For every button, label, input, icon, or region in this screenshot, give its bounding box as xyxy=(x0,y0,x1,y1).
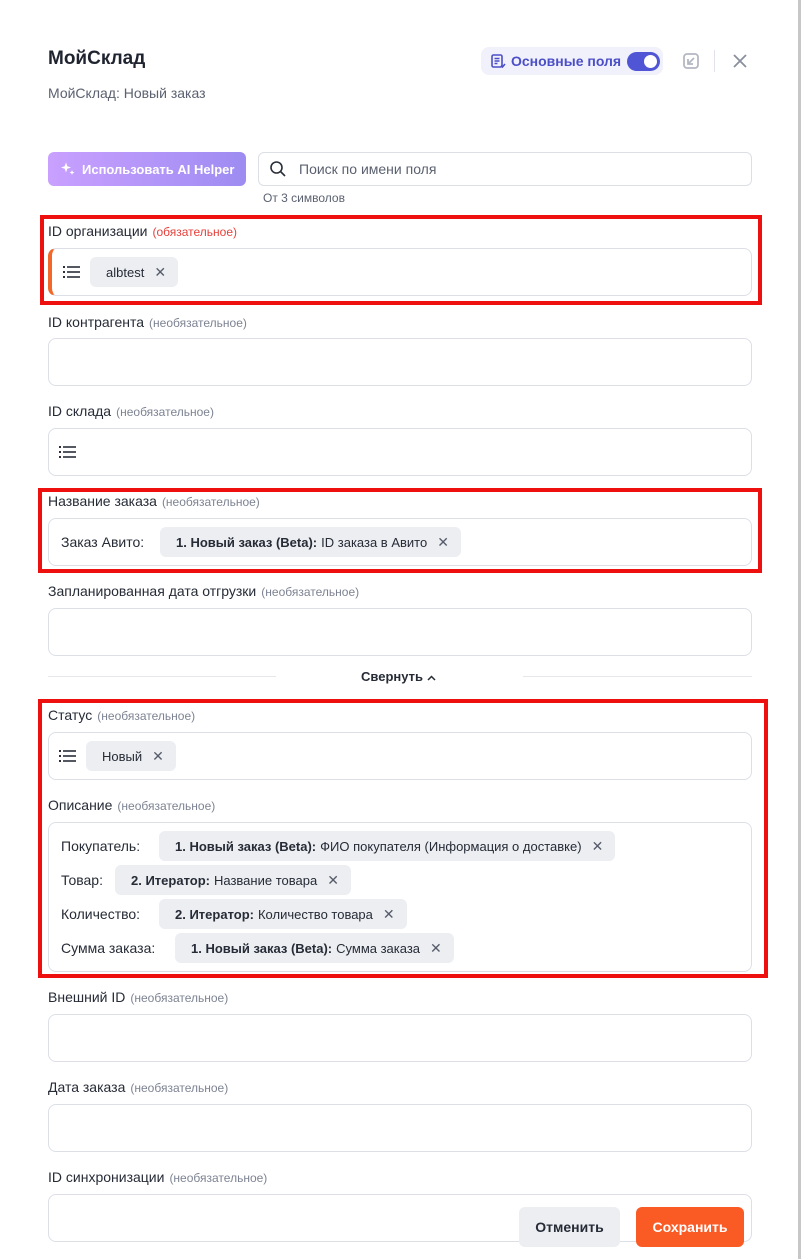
restore-icon[interactable] xyxy=(681,51,701,71)
counterparty-id-label: ID контрагента (необязательное) xyxy=(48,314,247,330)
modal-subtitle: МойСклад: Новый заказ xyxy=(48,85,206,101)
optional-tag: (необязательное) xyxy=(130,991,229,1005)
field-search-input[interactable]: Поиск по имени поля xyxy=(258,152,752,186)
optional-tag: (необязательное) xyxy=(116,405,214,419)
main-fields-switch[interactable] xyxy=(627,52,660,71)
search-placeholder: Поиск по имени поля xyxy=(299,161,437,177)
collapse-label: Свернуть xyxy=(361,669,423,684)
store-id-label-text: ID склада xyxy=(48,403,112,419)
collapse-divider-right xyxy=(523,676,752,677)
highlight-box xyxy=(38,488,762,573)
sync-id-label: ID синхронизации (необязательное) xyxy=(48,1169,267,1185)
main-fields-label: Основные поля xyxy=(511,53,622,69)
order-date-label: Дата заказа (необязательное) xyxy=(48,1079,228,1095)
order-date-field[interactable] xyxy=(48,1104,752,1152)
external-id-label: Внешний ID (необязательное) xyxy=(48,989,228,1005)
external-id-label-text: Внешний ID xyxy=(48,989,126,1005)
highlight-box xyxy=(38,699,768,978)
external-id-field[interactable] xyxy=(48,1014,752,1062)
ai-helper-button[interactable]: Использовать AI Helper xyxy=(48,152,246,186)
optional-tag: (необязательное) xyxy=(261,585,360,599)
collapse-button[interactable]: Свернуть xyxy=(361,669,436,684)
modal-title: МойСклад xyxy=(48,48,146,69)
cancel-button[interactable]: Отменить xyxy=(519,1207,620,1247)
close-icon[interactable] xyxy=(730,51,750,71)
fields-list-icon xyxy=(491,54,506,69)
search-icon xyxy=(270,161,286,177)
store-id-label: ID склада (необязательное) xyxy=(48,403,214,419)
order-date-label-text: Дата заказа xyxy=(48,1079,126,1095)
ai-helper-label: Использовать AI Helper xyxy=(82,161,235,177)
optional-tag: (необязательное) xyxy=(130,1081,229,1095)
search-hint: От 3 символов xyxy=(263,191,345,205)
ship-date-label-text: Запланированная дата отгрузки xyxy=(48,583,257,599)
list-icon[interactable] xyxy=(59,445,77,459)
counterparty-id-field[interactable] xyxy=(48,338,752,386)
store-id-field[interactable] xyxy=(48,428,752,476)
collapse-divider-left xyxy=(48,676,276,677)
header-divider xyxy=(714,50,715,72)
counterparty-id-label-text: ID контрагента xyxy=(48,314,145,330)
save-button[interactable]: Сохранить xyxy=(636,1207,744,1247)
optional-tag: (необязательное) xyxy=(149,316,247,330)
ship-date-field[interactable] xyxy=(48,608,752,656)
modal: МойСклад МойСклад: Новый заказ Основные … xyxy=(0,0,801,1259)
chevron-up-icon xyxy=(427,675,436,681)
main-fields-toggle[interactable]: Основные поля xyxy=(481,47,663,75)
ship-date-label: Запланированная дата отгрузки (необязател… xyxy=(48,583,359,599)
sparkle-icon xyxy=(61,162,75,175)
optional-tag: (необязательное) xyxy=(169,1171,268,1185)
highlight-box xyxy=(40,215,762,305)
sync-id-label-text: ID синхронизации xyxy=(48,1169,165,1185)
